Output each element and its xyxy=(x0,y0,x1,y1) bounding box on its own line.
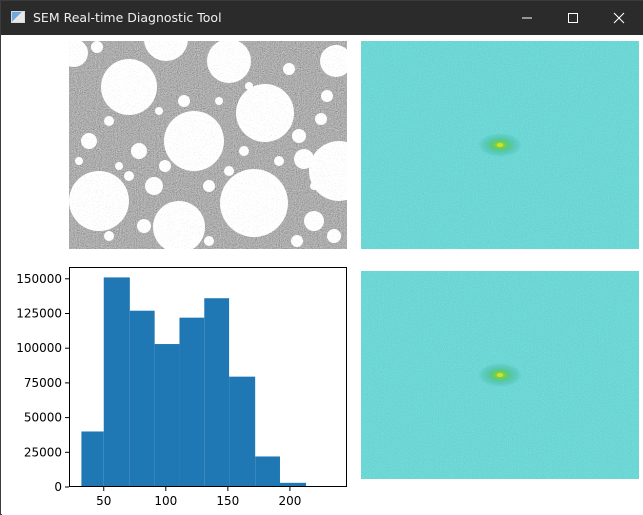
histogram-bar-6 xyxy=(204,298,230,487)
close-icon xyxy=(613,12,625,24)
y-tick-label: 150000 xyxy=(16,272,62,286)
app-window: SEM Real-time Diagnostic Tool 0 25000 50… xyxy=(0,0,643,515)
histogram-chart: 0 25000 50000 75000 100000 125000 150000 50 100 1… xyxy=(16,267,347,508)
histogram-bar-5 xyxy=(179,317,205,487)
fft-top-panel xyxy=(361,41,639,249)
minimize-button[interactable] xyxy=(504,1,550,35)
fft-spectrum-bottom xyxy=(361,271,639,479)
histogram-bar-4 xyxy=(154,344,180,487)
histogram-bar-2 xyxy=(103,277,130,487)
fft-bottom-panel xyxy=(361,271,639,479)
window-title: SEM Real-time Diagnostic Tool xyxy=(33,10,222,25)
histogram-bar-3 xyxy=(129,310,155,487)
y-tick-label: 0 xyxy=(54,480,62,494)
figure-canvas: 0 25000 50000 75000 100000 125000 150000 50 100 1… xyxy=(2,35,643,515)
sem-image-panel xyxy=(69,41,347,249)
y-tick-label: 75000 xyxy=(24,376,62,390)
x-tick-label: 100 xyxy=(154,494,177,508)
app-window-icon xyxy=(11,11,25,23)
x-tick-label: 50 xyxy=(96,494,111,508)
y-tick-label: 25000 xyxy=(24,445,62,459)
sem-micrograph xyxy=(69,41,347,249)
fft-spectrum-top xyxy=(361,41,639,249)
title-bar[interactable]: SEM Real-time Diagnostic Tool xyxy=(1,1,643,35)
histogram-bar-7 xyxy=(229,376,256,487)
x-tick-label: 150 xyxy=(216,494,239,508)
y-tick-label: 125000 xyxy=(16,306,62,320)
maximize-icon xyxy=(568,13,578,23)
close-button[interactable] xyxy=(596,1,642,35)
minimize-icon xyxy=(522,17,532,19)
maximize-button[interactable] xyxy=(550,1,596,35)
y-tick-label: 50000 xyxy=(24,411,62,425)
histogram-bar-1 xyxy=(81,431,104,487)
x-tick-label: 200 xyxy=(278,494,301,508)
y-tick-label: 100000 xyxy=(16,341,62,355)
histogram-panel: 0 25000 50000 75000 100000 125000 150000 50 100 1… xyxy=(2,259,357,515)
histogram-bar-8 xyxy=(255,456,280,487)
